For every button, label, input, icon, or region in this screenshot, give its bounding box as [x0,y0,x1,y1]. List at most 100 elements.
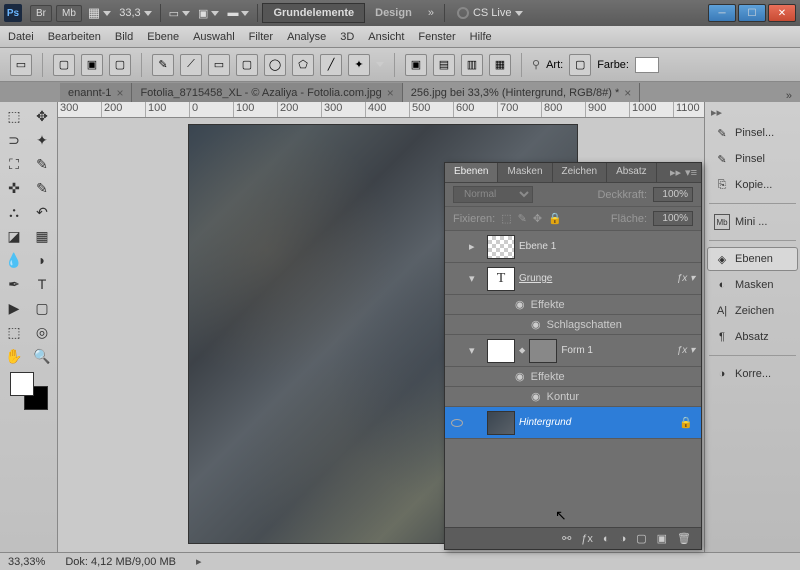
lock-transparency-icon[interactable]: ⬚ [501,212,511,225]
layer-thumbnail[interactable] [487,235,515,259]
lasso-tool[interactable]: ⊃ [0,128,28,152]
ellipse-btn[interactable]: ◯ [264,54,286,76]
doc-tab-3[interactable]: 256.jpg bei 33,3% (Hintergrund, RGB/8#) … [403,83,641,102]
layer-row[interactable]: ▸ Ebene 1 [445,231,701,263]
minibridge-button[interactable]: Mb [56,5,82,22]
layer-effect-stroke[interactable]: ◉Kontur [445,387,701,407]
heal-tool[interactable]: ✜ [0,176,28,200]
lock-all-icon[interactable]: 🔒 [548,212,562,225]
color-swatches[interactable] [10,372,48,410]
type-tool[interactable]: T [28,272,56,296]
stamp-tool[interactable]: ⛬ [0,200,28,224]
panel-menu-icon[interactable]: ▾≡ [685,166,697,179]
history-brush-tool[interactable]: ↶ [28,200,56,224]
menu-file[interactable]: Datei [8,31,34,43]
roundrect-btn[interactable]: ▢ [236,54,258,76]
maximize-button[interactable]: ☐ [738,4,766,22]
blur-tool[interactable]: 💧 [0,248,28,272]
menu-analysis[interactable]: Analyse [287,31,326,43]
menu-layer[interactable]: Ebene [147,31,179,43]
view-dropdown-1[interactable]: ▭ [169,7,190,20]
zoom-tool[interactable]: 🔍 [28,344,56,368]
layer-thumbnail[interactable] [487,411,515,435]
combine-btn-4[interactable]: ▦ [489,54,511,76]
pen-tool[interactable]: ✒ [0,272,28,296]
doc-tab-2[interactable]: Fotolia_8715458_XL - © Azaliya - Fotolia… [132,83,402,102]
layer-effects[interactable]: ◉Effekte [445,295,701,315]
layer-thumbnail[interactable] [487,339,515,363]
lock-position-icon[interactable]: ✥ [533,212,542,225]
arrange-dropdown[interactable]: ▦ [88,5,111,21]
art-picker[interactable]: ▢ [569,54,591,76]
combine-btn-3[interactable]: ▥ [461,54,483,76]
fx-icon[interactable]: ƒx ▾ [677,273,701,284]
3d-camera-tool[interactable]: ◎ [28,320,56,344]
marquee-tool[interactable]: ⬚ [0,104,28,128]
crop-tool[interactable]: ⛶ [0,152,28,176]
bridge-button[interactable]: Br [30,5,52,22]
freeform-btn[interactable]: ⟋ [180,54,202,76]
shape-layer-btn[interactable]: ▢ [53,54,75,76]
panel-brush[interactable]: ✎Pinsel [707,147,798,171]
wand-tool[interactable]: ✦ [28,128,56,152]
tool-preset[interactable]: ▭ [10,54,32,76]
link-layers-icon[interactable]: ⚯ [562,532,571,545]
view-dropdown-2[interactable]: ▣ [198,7,219,20]
minimize-button[interactable]: ─ [708,4,736,22]
panel-clone[interactable]: ⎘Kopie... [707,173,798,197]
3d-tool[interactable]: ⬚ [0,320,28,344]
pen-btn[interactable]: ✎ [152,54,174,76]
polygon-btn[interactable]: ⬠ [292,54,314,76]
group-icon[interactable]: ▢ [636,532,646,545]
menu-edit[interactable]: Bearbeiten [48,31,101,43]
close-icon[interactable]: × [624,86,631,100]
opacity-value[interactable]: 100% [653,187,693,202]
panel-masks[interactable]: ◐Masken [707,273,798,297]
doc-tab-1[interactable]: enannt-1× [60,83,132,102]
move-tool[interactable]: ✥ [28,104,56,128]
blend-mode-select[interactable]: Normal [453,186,533,203]
eyedropper-tool[interactable]: ✎ [28,152,56,176]
menu-help[interactable]: Hilfe [470,31,492,43]
layer-fx-icon[interactable]: ƒx [581,533,593,545]
foreground-color[interactable] [10,372,34,396]
combine-btn-2[interactable]: ▤ [433,54,455,76]
dodge-tool[interactable]: ◗ [28,248,56,272]
panel-adjustments[interactable]: ◑Korre... [707,362,798,386]
fill-value[interactable]: 100% [653,211,693,226]
panel-paragraph[interactable]: ¶Absatz [707,325,798,349]
workspace-essentials[interactable]: Grundelemente [262,3,365,23]
workspace-more[interactable]: » [428,7,434,19]
rect-btn[interactable]: ▭ [208,54,230,76]
adjustment-layer-icon[interactable]: ◑ [620,533,627,545]
panel-brush-presets[interactable]: ✎Pinsel... [707,121,798,145]
layer-mask-icon[interactable]: ◐ [603,533,610,545]
close-button[interactable]: ✕ [768,4,796,22]
brush-tool[interactable]: ✎ [28,176,56,200]
masks-tab[interactable]: Masken [498,163,552,182]
path-btn[interactable]: ▣ [81,54,103,76]
menu-image[interactable]: Bild [115,31,133,43]
collapse-icon[interactable]: ▸▸ [705,106,800,119]
line-btn[interactable]: ╱ [320,54,342,76]
shape-tool[interactable]: ▢ [28,296,56,320]
menu-window[interactable]: Fenster [418,31,455,43]
layer-thumbnail[interactable]: T [487,267,515,291]
layer-effect-shadow[interactable]: ◉Schlagschatten [445,315,701,335]
layer-mask-thumbnail[interactable] [529,339,557,363]
panel-layers[interactable]: ◈Ebenen [707,247,798,271]
character-tab[interactable]: Zeichen [553,163,608,182]
fill-btn[interactable]: ▢ [109,54,131,76]
panel-character[interactable]: A|Zeichen [707,299,798,323]
panel-minibridge[interactable]: MbMini ... [707,210,798,234]
fx-icon[interactable]: ƒx ▾ [677,345,701,356]
shape-options-dropdown[interactable] [376,62,384,67]
layer-row[interactable]: ▾ T Grunge ƒx ▾ [445,263,701,295]
visibility-toggle[interactable] [445,419,469,427]
new-layer-icon[interactable]: ▣ [657,532,667,545]
color-swatch[interactable] [635,57,659,73]
panel-expand-icon[interactable]: ▸▸ [670,166,681,179]
gradient-tool[interactable]: ▦ [28,224,56,248]
menu-view[interactable]: Ansicht [368,31,404,43]
menu-3d[interactable]: 3D [340,31,354,43]
